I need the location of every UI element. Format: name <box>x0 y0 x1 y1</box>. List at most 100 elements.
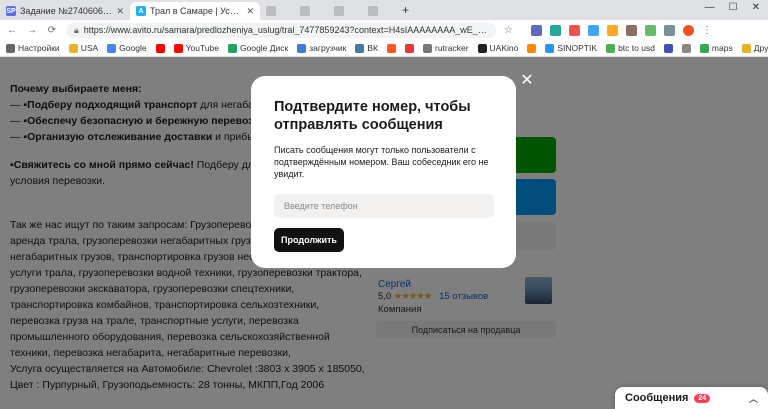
continue-button[interactable]: Продолжить <box>274 228 344 252</box>
bookmark-label: загрузчик <box>309 43 347 53</box>
bookmark-usa[interactable]: USA <box>68 43 99 53</box>
bookmark-label: Другие закладки <box>753 43 768 53</box>
bookmark-sinoptik[interactable]: SINOPTIK <box>545 43 597 53</box>
back-icon[interactable]: ← <box>6 25 18 36</box>
close-tab-icon[interactable]: ✕ <box>246 6 254 17</box>
bookmark-rutracker[interactable]: rutracker <box>423 43 469 53</box>
extension-icon[interactable] <box>530 24 542 36</box>
bookmark-label: Google <box>119 43 147 53</box>
new-tab-button[interactable]: + <box>396 3 415 20</box>
bookmark-icon <box>527 43 537 53</box>
bookmark-label: Google Диск <box>240 43 289 53</box>
bookmark-icon <box>387 43 396 53</box>
browser-tab-bar: SP Задание №2740606 - просмотр ✕ A Трал … <box>0 0 768 20</box>
bookmarks-bar: Настройки USA Google YouTube Google Диск… <box>0 40 768 57</box>
modal-title: Подтвердите номер, чтобы отправлять сооб… <box>274 99 471 133</box>
bookmark-icon-only[interactable] <box>155 43 165 53</box>
tab-other[interactable] <box>294 2 328 20</box>
extension-icon[interactable] <box>644 24 656 36</box>
bookmark-icon <box>681 43 691 53</box>
tab-title: Задание №2740606 - просмотр <box>20 6 112 16</box>
messages-bar[interactable]: Сообщения 24 ︿ <box>615 387 768 409</box>
drive-icon <box>228 43 237 53</box>
bookmark-btc[interactable]: btc to usd <box>606 43 655 53</box>
extension-icon[interactable] <box>587 24 599 36</box>
download-icon <box>297 43 307 53</box>
minimize-icon[interactable]: — <box>705 2 715 13</box>
bookmark-label: maps <box>711 43 733 53</box>
close-tab-icon[interactable]: ✕ <box>116 6 124 17</box>
bookmark-icon-only[interactable] <box>387 43 396 53</box>
extension-icon[interactable] <box>625 24 637 36</box>
tab-other[interactable] <box>362 2 396 20</box>
uakino-icon <box>477 43 487 53</box>
url-text: https://www.avito.ru/samara/predlozheniy… <box>83 25 488 35</box>
other-bookmarks[interactable]: Другие закладки <box>741 43 768 53</box>
google-icon <box>606 43 616 53</box>
maximize-icon[interactable]: ☐ <box>729 2 738 13</box>
bookmark-label: Настройки <box>18 43 60 53</box>
menu-icon[interactable]: ⋮ <box>702 25 712 36</box>
bookmark-uakino[interactable]: UAKino <box>477 43 518 53</box>
bookmark-icon-only[interactable] <box>663 43 673 53</box>
task-favicon-icon: SP <box>6 6 16 16</box>
youtube-icon <box>173 43 183 53</box>
google-icon <box>107 43 117 53</box>
extension-icon[interactable] <box>568 24 580 36</box>
tab-favicon-icon <box>334 6 344 16</box>
puzzle-icon[interactable] <box>663 24 675 36</box>
star-icon[interactable]: ☆ <box>504 25 513 36</box>
maps-icon <box>699 43 709 53</box>
bookmark-icon-only[interactable] <box>405 43 414 53</box>
folder-icon <box>741 43 751 53</box>
bookmark-label: rutracker <box>435 43 469 53</box>
tab-avito[interactable]: A Трал в Самаре | Услуги | Авито ( ✕ <box>130 2 260 20</box>
window-controls: — ☐ ✕ <box>697 2 768 18</box>
chevron-up-icon[interactable]: ︿ <box>749 392 758 405</box>
vk-icon <box>355 43 365 53</box>
bookmark-google-drive[interactable]: Google Диск <box>228 43 288 53</box>
bookmark-icon-only[interactable] <box>681 43 691 53</box>
tab-favicon-icon <box>266 6 276 16</box>
bookmark-icon-only[interactable] <box>527 43 537 53</box>
extensions: ⋮ <box>530 24 712 36</box>
verify-phone-modal: Подтвердите номер, чтобы отправлять сооб… <box>251 76 516 268</box>
weather-icon <box>545 43 555 53</box>
url-field[interactable]: 🔒︎ https://www.avito.ru/samara/predlozhe… <box>66 22 496 38</box>
messages-count-badge: 24 <box>694 393 711 403</box>
extension-icon[interactable] <box>606 24 618 36</box>
bookmark-icon <box>155 43 165 53</box>
bookmark-label: USA <box>80 43 99 53</box>
close-icon[interactable]: ✕ <box>520 73 534 89</box>
bookmark-vk[interactable]: ВК <box>355 43 378 53</box>
close-window-icon[interactable]: ✕ <box>752 2 760 13</box>
bookmark-icon <box>405 43 414 53</box>
address-bar-row: ← → ⟳ 🔒︎ https://www.avito.ru/samara/pre… <box>0 20 768 40</box>
bookmark-icon <box>663 43 673 53</box>
lock-icon: 🔒︎ <box>74 24 79 35</box>
reload-icon[interactable]: ⟳ <box>46 25 58 36</box>
modal-description: Писать сообщения могут только пользовате… <box>274 145 489 179</box>
folder-icon <box>68 43 78 53</box>
bookmark-maps[interactable]: maps <box>699 43 733 53</box>
gear-icon <box>6 43 15 53</box>
avatar[interactable] <box>682 24 694 36</box>
extension-icon[interactable] <box>549 24 561 36</box>
bookmark-downloader[interactable]: загрузчик <box>297 43 346 53</box>
bookmark-label: YouTube <box>185 43 219 53</box>
bookmark-youtube[interactable]: YouTube <box>173 43 219 53</box>
forward-icon[interactable]: → <box>26 25 38 36</box>
bookmark-google[interactable]: Google <box>107 43 147 53</box>
bookmark-label: btc to usd <box>618 43 655 53</box>
bookmark-label: ВК <box>367 43 378 53</box>
tab-favicon-icon <box>300 6 310 16</box>
bookmark-label: SINOPTIK <box>557 43 598 53</box>
tab-favicon-icon <box>368 6 378 16</box>
messages-label: Сообщения <box>625 392 689 404</box>
tab-task[interactable]: SP Задание №2740606 - просмотр ✕ <box>0 2 130 20</box>
rutracker-icon <box>423 43 432 53</box>
phone-input[interactable] <box>274 194 494 218</box>
tab-other[interactable] <box>328 2 362 20</box>
bookmark-settings[interactable]: Настройки <box>6 43 60 53</box>
tab-other[interactable] <box>260 2 294 20</box>
